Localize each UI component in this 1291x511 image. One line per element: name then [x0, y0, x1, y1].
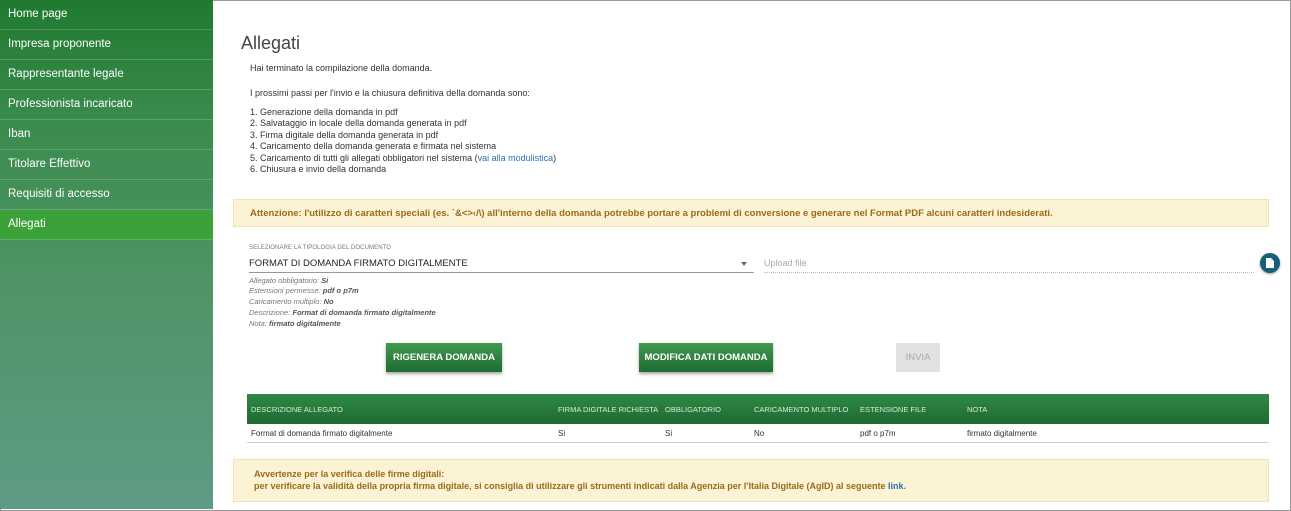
- document-type-select[interactable]: FORMAT DI DOMANDA FIRMATO DIGITALMENTE: [249, 258, 754, 273]
- upload-file-input[interactable]: Upload file: [764, 258, 1254, 273]
- page-title: Allegati: [241, 33, 301, 54]
- step-item: 4. Caricamento della domanda generata e …: [250, 141, 497, 152]
- table-cell: firmato digitalmente: [963, 424, 1269, 443]
- table-cell: Si: [661, 424, 750, 443]
- step-item: 6. Chiusura e invio della domanda: [250, 164, 387, 175]
- sidebar: Home page Impresa proponente Rappresenta…: [0, 0, 213, 509]
- special-chars-warning: Attenzione: l'utilizzo di caratteri spec…: [233, 199, 1269, 227]
- step-item: 2. Salvataggio in locale della domanda g…: [250, 118, 467, 129]
- table-cell: pdf o p7m: [856, 424, 963, 443]
- edit-application-data-button[interactable]: MODIFICA DATI DOMANDA: [639, 343, 773, 372]
- column-header: OBBLIGATORIO: [661, 394, 750, 424]
- steps-list: 1. Generazione della domanda in pdf 2. S…: [250, 107, 556, 175]
- step-item: 3. Firma digitale della domanda generata…: [250, 129, 439, 140]
- step-5-end: ): [553, 152, 557, 163]
- meta-multiple-upload: Caricamento multiplo: No: [249, 297, 334, 306]
- upload-button[interactable]: [1260, 253, 1280, 273]
- column-header: NOTA: [963, 394, 1269, 424]
- table-cell: Format di domanda firmato digitalmente: [247, 424, 554, 443]
- meta-note: Nota: firmato digitalmente: [249, 319, 341, 328]
- column-header: ESTENSIONE FILE: [856, 394, 963, 424]
- sidebar-item-titolare-effettivo[interactable]: Titolare Effettivo: [0, 150, 213, 180]
- step-item: 5. Caricamento di tutti gli allegati obb…: [250, 153, 556, 164]
- table-cell: No: [750, 424, 856, 443]
- steps-intro-text: I prossimi passi per l'invio e la chiusu…: [250, 88, 530, 98]
- column-header: FIRMA DIGITALE RICHIESTA: [554, 394, 661, 424]
- meta-description: Descrizione: Format di domanda firmato d…: [249, 308, 436, 317]
- sidebar-item-iban[interactable]: Iban: [0, 120, 213, 150]
- notice-text: per verificare la validità della propria…: [254, 481, 907, 491]
- sidebar-item-home-page[interactable]: Home page: [0, 0, 213, 30]
- step-5-text: 5. Caricamento di tutti gli allegati obb…: [250, 152, 478, 163]
- sidebar-item-requisiti-di-accesso[interactable]: Requisiti di accesso: [0, 180, 213, 210]
- main-content: Allegati Hai terminato la compilazione d…: [213, 0, 1291, 509]
- regenerate-application-button[interactable]: RIGENERA DOMANDA: [386, 343, 502, 372]
- file-icon: [1266, 258, 1274, 268]
- sidebar-item-rappresentante-legale[interactable]: Rappresentante legale: [0, 60, 213, 90]
- sidebar-item-professionista-incaricato[interactable]: Professionista incaricato: [0, 90, 213, 120]
- sidebar-item-impresa-proponente[interactable]: Impresa proponente: [0, 30, 213, 60]
- column-header: DESCRIZIONE ALLEGATO: [247, 394, 554, 424]
- document-type-label: SELEZIONARE LA TIPOLOGIA DEL DOCUMENTO: [249, 245, 392, 251]
- intro-text: Hai terminato la compilazione della doma…: [250, 63, 433, 73]
- chevron-down-icon[interactable]: [741, 262, 747, 266]
- meta-extensions: Estensioni permesse: pdf o p7m: [249, 286, 359, 295]
- attachments-table: DESCRIZIONE ALLEGATO FIRMA DIGITALE RICH…: [247, 394, 1269, 443]
- modulistica-link[interactable]: vai alla modulistica: [478, 153, 554, 163]
- digital-signature-notice: Avvertenze per la verifica delle firme d…: [233, 459, 1269, 502]
- sidebar-item-allegati[interactable]: Allegati: [0, 210, 213, 240]
- table-header-row: DESCRIZIONE ALLEGATO FIRMA DIGITALE RICH…: [247, 394, 1269, 424]
- send-button[interactable]: INVIA: [896, 343, 940, 372]
- column-header: CARICAMENTO MULTIPLO: [750, 394, 856, 424]
- agid-link[interactable]: link: [888, 481, 904, 491]
- table-row: Format di domanda firmato digitalmente S…: [247, 424, 1269, 443]
- table-cell: Si: [554, 424, 661, 443]
- meta-mandatory: Allegato obbligatorio: Si: [249, 276, 329, 285]
- notice-title: Avvertenze per la verifica delle firme d…: [254, 469, 445, 479]
- step-item: 1. Generazione della domanda in pdf: [250, 107, 398, 117]
